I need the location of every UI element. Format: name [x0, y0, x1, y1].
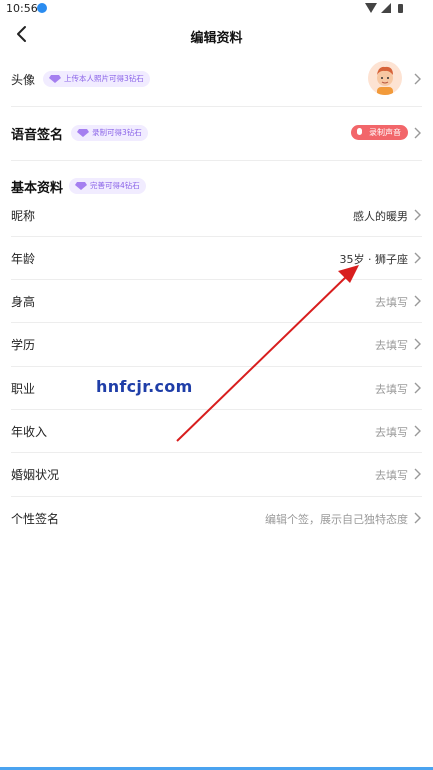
watermark-text: hnfcjr.com — [96, 377, 193, 396]
field-row-age[interactable]: 年龄 35岁 · 狮子座 — [11, 248, 422, 268]
divider — [11, 409, 422, 410]
voice-signature-label: 语音签名 — [11, 128, 64, 143]
chevron-right-icon — [414, 252, 421, 264]
voice-reward-text: 录制可得3钻石 — [92, 128, 142, 137]
status-bar: 10:56 — [0, 0, 433, 18]
chevron-right-icon — [414, 127, 421, 139]
record-voice-label: 录制声音 — [369, 128, 401, 137]
basic-info-reward-badge: 完善可得4钻石 — [69, 178, 146, 194]
wifi-icon — [365, 3, 377, 13]
field-value: 35岁 · 狮子座 — [339, 253, 409, 266]
avatar-illustration — [368, 61, 402, 95]
divider — [11, 452, 422, 453]
chevron-right-icon — [414, 209, 421, 221]
divider — [11, 496, 422, 497]
diamond-icon — [49, 75, 61, 83]
divider — [11, 322, 422, 323]
field-label: 学历 — [11, 338, 36, 352]
battery-icon — [398, 4, 403, 13]
field-label: 昵称 — [11, 209, 36, 223]
field-value: 去填写 — [375, 426, 408, 439]
page-title: 编辑资料 — [190, 31, 243, 46]
divider — [11, 279, 422, 280]
field-row-income[interactable]: 年收入 去填写 — [11, 421, 422, 441]
divider — [11, 106, 422, 107]
chevron-right-icon — [414, 382, 421, 394]
status-icons — [365, 3, 411, 15]
chevron-right-icon — [414, 425, 421, 437]
voice-signature-row[interactable]: 语音签名 录制可得3钻石 录制声音 — [11, 121, 422, 145]
field-value: 编辑个签，展示自己独特态度 — [265, 513, 408, 526]
field-row-height[interactable]: 身高 去填写 — [11, 291, 422, 311]
field-row-occupation[interactable]: 职业 去填写 — [11, 378, 422, 398]
chevron-right-icon — [414, 512, 421, 524]
field-row-signature[interactable]: 个性签名 编辑个签，展示自己独特态度 — [11, 508, 422, 528]
field-label: 身高 — [11, 295, 36, 309]
diamond-icon — [77, 129, 89, 137]
field-row-marital-status[interactable]: 婚姻状况 去填写 — [11, 464, 422, 484]
field-label: 年龄 — [11, 252, 36, 266]
avatar-label: 头像 — [11, 73, 36, 87]
field-label: 婚姻状况 — [11, 468, 60, 482]
microphone-icon — [357, 128, 362, 135]
field-row-education[interactable]: 学历 去填写 — [11, 334, 422, 354]
avatar-reward-text: 上传本人照片可得3钻石 — [64, 74, 144, 83]
field-label: 个性签名 — [11, 512, 60, 526]
divider — [11, 160, 422, 161]
divider — [11, 366, 422, 367]
status-time: 10:56 — [6, 2, 38, 15]
field-value: 去填写 — [375, 339, 408, 352]
chevron-right-icon — [414, 468, 421, 480]
diamond-icon — [75, 182, 87, 190]
signal-icon — [381, 3, 391, 13]
chevron-right-icon — [414, 338, 421, 350]
field-row-nickname[interactable]: 昵称 感人的暖男 — [11, 205, 422, 225]
field-value: 去填写 — [375, 383, 408, 396]
chevron-right-icon — [414, 73, 421, 85]
avatar-row[interactable]: 头像 上传本人照片可得3钻石 — [11, 61, 422, 97]
field-label: 年收入 — [11, 425, 48, 439]
divider — [11, 236, 422, 237]
field-label: 职业 — [11, 382, 36, 396]
record-voice-button[interactable]: 录制声音 — [351, 125, 408, 140]
nav-bar: 编辑资料 — [0, 18, 433, 54]
avatar[interactable] — [368, 61, 402, 95]
field-value: 去填写 — [375, 469, 408, 482]
basic-info-header: 基本资料 完善可得4钻石 — [11, 175, 422, 197]
notification-icon — [37, 3, 47, 13]
basic-info-title: 基本资料 — [11, 181, 64, 196]
avatar-reward-badge: 上传本人照片可得3钻石 — [43, 71, 150, 87]
field-value: 感人的暖男 — [353, 210, 408, 223]
basic-info-reward-text: 完善可得4钻石 — [90, 181, 140, 190]
chevron-right-icon — [414, 295, 421, 307]
voice-reward-badge: 录制可得3钻石 — [71, 125, 148, 141]
field-value: 去填写 — [375, 296, 408, 309]
